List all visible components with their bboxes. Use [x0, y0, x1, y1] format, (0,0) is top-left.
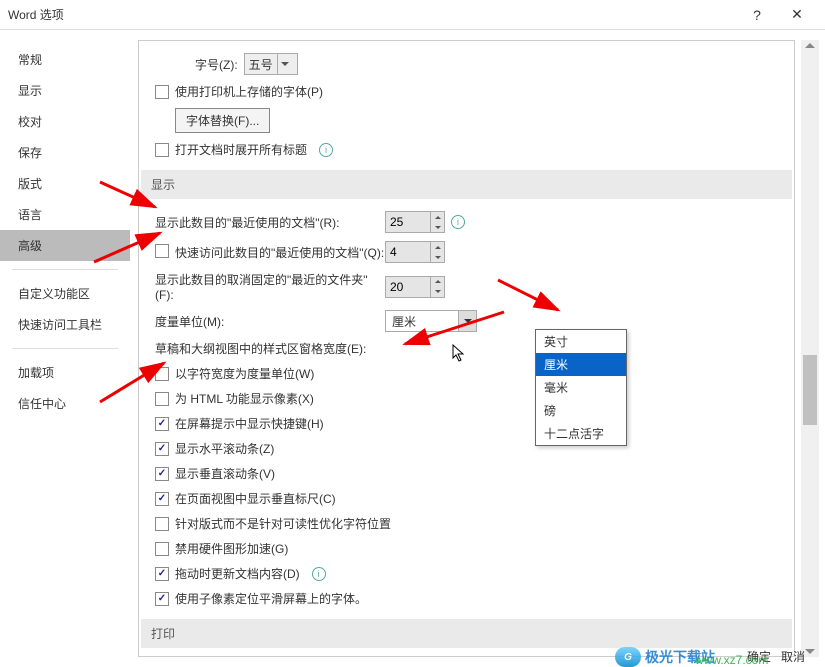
measure-unit-select[interactable]: 厘米 [385, 310, 477, 332]
unit-option[interactable]: 磅 [536, 399, 626, 422]
quick-access-label: 快速访问此数目的"最近使用的文档"(Q): [169, 244, 385, 261]
category-sidebar: 常规 显示 校对 保存 版式 语言 高级 自定义功能区 快速访问工具栏 加载项 … [0, 30, 130, 667]
scroll-up-icon[interactable] [805, 43, 815, 48]
option-checkbox[interactable] [155, 392, 169, 406]
quick-access-input[interactable] [386, 242, 430, 262]
measure-unit-value: 厘米 [386, 313, 458, 330]
font-size-label: 字号(Z): [195, 56, 238, 73]
nav-advanced[interactable]: 高级 [0, 230, 130, 261]
option-checkbox[interactable] [155, 542, 169, 556]
quick-access-checkbox[interactable] [155, 244, 169, 258]
help-button[interactable]: ? [737, 0, 777, 30]
font-substitute-button[interactable]: 字体替换(F)... [175, 108, 270, 133]
unpinned-folders-input[interactable] [386, 277, 430, 297]
info-icon[interactable]: i [319, 143, 333, 157]
chevron-down-icon [458, 311, 476, 331]
recent-docs-label: 显示此数目的"最近使用的文档"(R): [155, 214, 385, 231]
option-label: 在页面视图中显示垂直标尺(C) [175, 490, 336, 507]
info-icon[interactable]: i [312, 567, 326, 581]
nav-customize-ribbon[interactable]: 自定义功能区 [0, 278, 130, 309]
option-label: 在屏幕提示中显示快捷键(H) [175, 415, 324, 432]
measure-unit-dropdown[interactable]: 英寸厘米毫米磅十二点活字 [535, 329, 627, 446]
nav-trust-center[interactable]: 信任中心 [0, 388, 130, 419]
font-size-select[interactable]: 五号 [244, 53, 298, 75]
option-checkbox[interactable] [155, 592, 169, 606]
option-checkbox[interactable] [155, 567, 169, 581]
recent-docs-spinner[interactable] [385, 211, 445, 233]
unit-option[interactable]: 十二点活字 [536, 422, 626, 445]
nav-language[interactable]: 语言 [0, 199, 130, 230]
nav-addins[interactable]: 加载项 [0, 357, 130, 388]
unit-option[interactable]: 英寸 [536, 330, 626, 353]
option-label: 禁用硬件图形加速(G) [175, 540, 288, 557]
unit-option[interactable]: 厘米 [536, 353, 626, 376]
info-icon[interactable]: i [451, 215, 465, 229]
option-label: 为 HTML 功能显示像素(X) [175, 390, 314, 407]
unit-option[interactable]: 毫米 [536, 376, 626, 399]
dialog-title: Word 选项 [8, 6, 737, 23]
nav-display[interactable]: 显示 [0, 75, 130, 106]
option-checkbox[interactable] [155, 442, 169, 456]
option-checkbox[interactable] [155, 467, 169, 481]
display-section-header: 显示 [141, 170, 792, 199]
use-printer-fonts-label: 使用打印机上存储的字体(P) [175, 83, 323, 100]
font-size-value: 五号 [249, 56, 273, 73]
option-label: 显示水平滚动条(Z) [175, 440, 274, 457]
option-checkbox[interactable] [155, 417, 169, 431]
measure-unit-label: 度量单位(M): [155, 313, 385, 330]
nav-general[interactable]: 常规 [0, 44, 130, 75]
scroll-thumb[interactable] [803, 355, 817, 425]
option-checkbox[interactable] [155, 517, 169, 531]
watermark: G 极光下载站 www.xz7.com [615, 647, 715, 667]
draft-width-label: 草稿和大纲视图中的样式区窗格宽度(E): [155, 340, 415, 357]
quick-access-spinner[interactable] [385, 241, 445, 263]
nav-separator [12, 348, 118, 349]
use-printer-fonts-checkbox[interactable] [155, 85, 169, 99]
option-checkbox[interactable] [155, 492, 169, 506]
option-label: 以字符宽度为度量单位(W) [175, 365, 314, 382]
nav-quick-access[interactable]: 快速访问工具栏 [0, 309, 130, 340]
nav-separator [12, 269, 118, 270]
vertical-scrollbar[interactable] [801, 40, 819, 657]
cancel-button[interactable]: 取消 [781, 648, 805, 665]
nav-layout[interactable]: 版式 [0, 168, 130, 199]
option-label: 使用子像素定位平滑屏幕上的字体。 [175, 590, 367, 607]
close-button[interactable]: ✕ [777, 0, 817, 30]
print-section-header: 打印 [141, 619, 792, 648]
unpinned-folders-label: 显示此数目的取消固定的"最近的文件夹"(F): [155, 271, 385, 302]
unpinned-folders-spinner[interactable] [385, 276, 445, 298]
expand-headings-label: 打开文档时展开所有标题 [175, 141, 307, 158]
nav-proofing[interactable]: 校对 [0, 106, 130, 137]
nav-save[interactable]: 保存 [0, 137, 130, 168]
expand-headings-checkbox[interactable] [155, 143, 169, 157]
scroll-down-icon[interactable] [805, 649, 815, 654]
option-checkbox[interactable] [155, 367, 169, 381]
option-label: 显示垂直滚动条(V) [175, 465, 275, 482]
option-label: 针对版式而不是针对可读性优化字符位置 [175, 515, 391, 532]
option-label: 拖动时更新文档内容(D) [175, 565, 300, 582]
chevron-down-icon [277, 54, 293, 74]
recent-docs-input[interactable] [386, 212, 430, 232]
